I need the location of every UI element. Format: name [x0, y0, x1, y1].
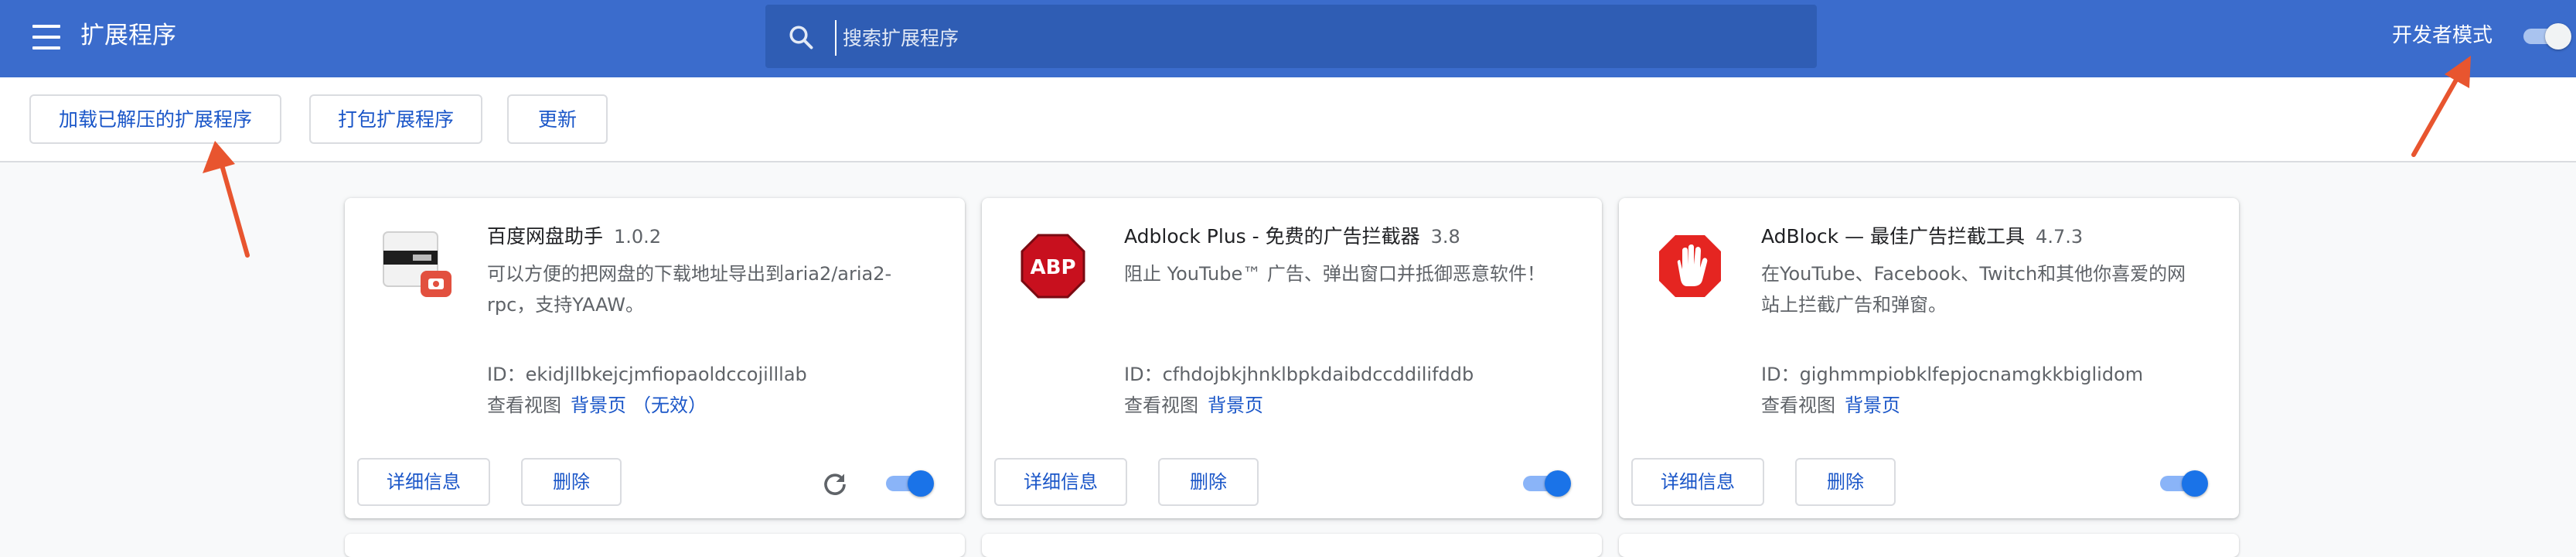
extension-id: ID：cfhdojbkjhnklbpkdaibdccddilifddb: [1124, 359, 1474, 390]
top-header-bar: 扩展程序 开发者模式: [0, 0, 2576, 77]
extension-enable-toggle[interactable]: [886, 470, 935, 497]
inspect-views-label: 查看视图: [1124, 395, 1198, 416]
extension-enable-toggle[interactable]: [1523, 470, 1573, 497]
details-button[interactable]: 详细信息: [994, 458, 1127, 506]
extension-description: 可以方便的把网盘的下载地址导出到aria2/aria2-rpc，支持YAAW。: [487, 263, 892, 316]
annotation-arrow-right: [2411, 56, 2471, 157]
extension-description: 阻止 YouTube™ 广告、弹出窗口并抵御恶意软件！: [1124, 263, 1545, 285]
adblock-hand-icon: [1659, 235, 1721, 297]
extension-description: 在YouTube、Facebook、Twitch和其他你喜爱的网站上拦截广告和弹…: [1761, 263, 2186, 316]
extension-name-text: 百度网盘助手: [487, 225, 604, 248]
extension-version: 4.7.3: [2036, 226, 2084, 248]
extension-id-label: ID：: [1761, 364, 1800, 385]
inactive-note: （无效）: [632, 395, 707, 416]
reload-icon[interactable]: [821, 470, 849, 498]
extension-card: 百度网盘助手 1.0.2 可以方便的把网盘的下载地址导出到aria2/aria2-…: [345, 198, 965, 518]
background-page-link[interactable]: 背景页: [1208, 395, 1263, 416]
extension-card: ABP Adblock Plus - 免费的广告拦截器 3.8 阻止 YouTub…: [982, 198, 1602, 518]
extension-id: ID：gighmmpiobklfepjocnamgkkbiglidom: [1761, 359, 2143, 390]
extension-card-partial: [982, 534, 1602, 557]
extension-name-text: AdBlock — 最佳广告拦截工具: [1761, 225, 2026, 248]
background-page-link[interactable]: 背景页: [571, 395, 626, 416]
hamburger-menu-icon[interactable]: [32, 25, 60, 51]
inspect-views-label: 查看视图: [487, 395, 561, 416]
details-button[interactable]: 详细信息: [1631, 458, 1764, 506]
extension-enable-toggle[interactable]: [2160, 470, 2210, 497]
extension-id-value: gighmmpiobklfepjocnamgkkbiglidom: [1799, 364, 2144, 385]
details-button[interactable]: 详细信息: [357, 458, 490, 506]
extension-id-value: cfhdojbkjhnklbpkdaibdccddilifddb: [1162, 364, 1474, 385]
adblock-plus-icon: ABP: [1021, 234, 1085, 299]
search-icon: [789, 26, 813, 50]
extension-name: 百度网盘助手 1.0.2: [487, 221, 661, 252]
remove-button[interactable]: 删除: [1795, 458, 1896, 506]
inspect-views: 查看视图 背景页: [1124, 390, 1263, 421]
extension-id-value: ekidjllbkejcjmfiopaoldccojilllab: [525, 364, 807, 385]
baidu-netdisk-helper-icon: [383, 231, 451, 297]
extension-id-label: ID：: [1124, 364, 1163, 385]
extension-version: 1.0.2: [614, 226, 662, 248]
extension-name: Adblock Plus - 免费的广告拦截器 3.8: [1124, 221, 1460, 252]
card-footer: 详细信息 删除: [982, 443, 1602, 518]
extension-name-text: Adblock Plus - 免费的广告拦截器: [1124, 225, 1420, 248]
extension-name: AdBlock — 最佳广告拦截工具 4.7.3: [1761, 221, 2083, 252]
extension-version: 3.8: [1430, 226, 1460, 248]
pack-extension-button[interactable]: 打包扩展程序: [309, 94, 482, 144]
extension-card: AdBlock — 最佳广告拦截工具 4.7.3 在YouTube、Faceboo…: [1619, 198, 2239, 518]
developer-mode-label: 开发者模式: [2392, 24, 2493, 47]
inspect-views: 查看视图 背景页: [1761, 390, 1900, 421]
search-box[interactable]: [765, 5, 1817, 68]
background-page-link[interactable]: 背景页: [1845, 395, 1900, 416]
update-button[interactable]: 更新: [507, 94, 608, 144]
remove-button[interactable]: 删除: [1158, 458, 1259, 506]
extension-id: ID：ekidjllbkejcjmfiopaoldccojilllab: [487, 359, 807, 390]
page-title: 扩展程序: [80, 22, 176, 50]
developer-mode-toggle[interactable]: [2523, 23, 2573, 50]
extension-card-partial: [345, 534, 965, 557]
annotation-arrow-left: [203, 141, 250, 258]
card-footer: 详细信息 删除: [345, 443, 965, 518]
search-input[interactable]: [835, 20, 1803, 56]
extension-card-partial: [1619, 534, 2239, 557]
remove-button[interactable]: 删除: [521, 458, 622, 506]
extension-id-label: ID：: [487, 364, 526, 385]
developer-toolbar: 加载已解压的扩展程序 打包扩展程序 更新: [0, 77, 2576, 162]
inspect-views: 查看视图 背景页 （无效）: [487, 390, 707, 421]
card-footer: 详细信息 删除: [1619, 443, 2239, 518]
inspect-views-label: 查看视图: [1761, 395, 1835, 416]
abp-icon-text: ABP: [1031, 256, 1076, 279]
